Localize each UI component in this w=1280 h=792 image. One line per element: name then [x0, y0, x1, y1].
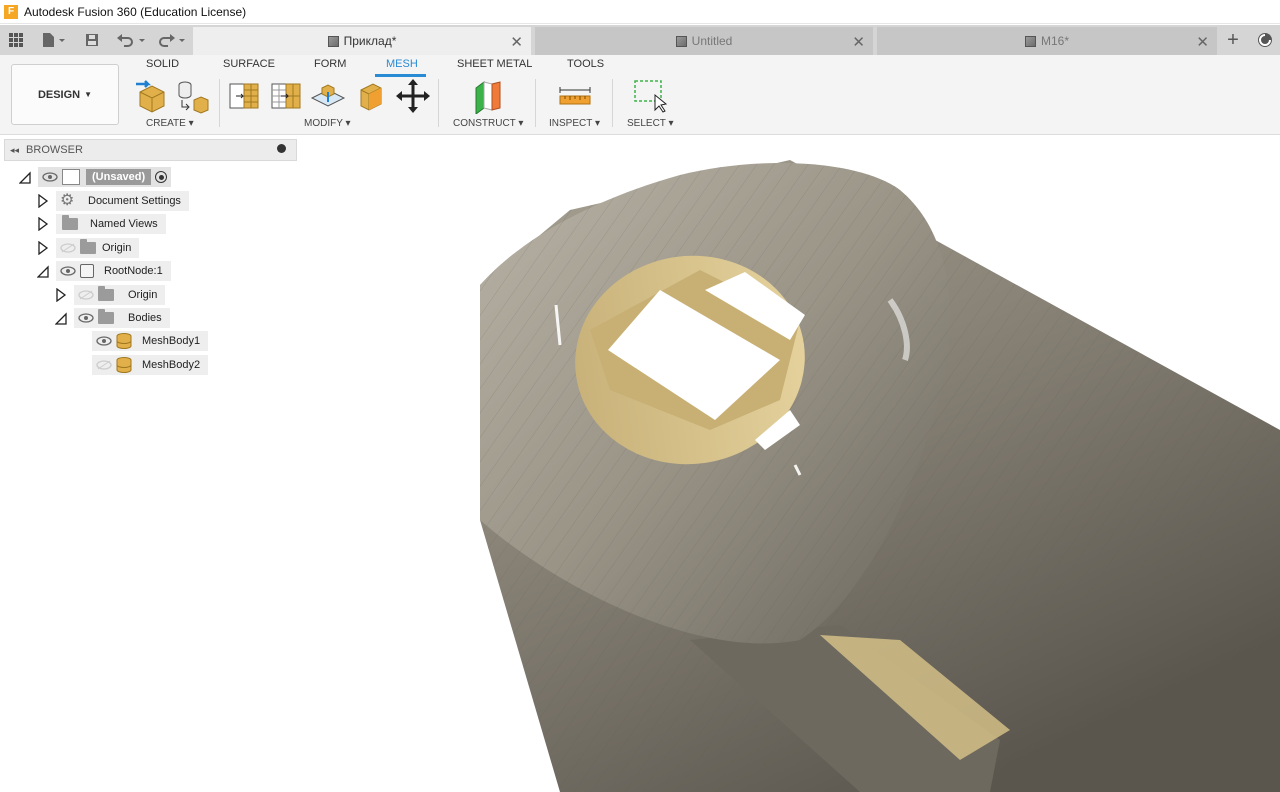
tree-item-origin[interactable]: Origin [56, 238, 140, 258]
mesh-body-icon [116, 333, 132, 349]
tree-item-rootnode[interactable]: RootNode:1 [56, 261, 171, 281]
expand-triangle-icon[interactable] [19, 170, 31, 184]
reduce-mesh-icon[interactable] [269, 78, 305, 114]
folder-icon [80, 239, 96, 254]
tab-document-2[interactable]: Untitled ✕ [535, 27, 873, 55]
tree-item-meshbody2[interactable]: MeshBody2 [92, 355, 209, 375]
component-icon [675, 35, 687, 47]
tab-mesh[interactable]: MESH [386, 58, 418, 70]
group-separator [219, 79, 220, 127]
tab-document-1[interactable]: Приклад* ✕ [193, 27, 531, 55]
close-tab-icon[interactable]: ✕ [510, 33, 523, 51]
tab-label: Приклад* [343, 34, 397, 48]
select-window-icon[interactable] [632, 78, 668, 114]
tab-surface[interactable]: SURFACE [223, 58, 275, 70]
activate-radio-icon[interactable] [155, 171, 168, 183]
workspace-switcher-button[interactable]: DESIGN ▼ [11, 64, 119, 125]
document-icon [62, 169, 80, 185]
tree-item-named-views[interactable]: Named Views [56, 214, 166, 234]
group-construct-label[interactable]: CONSTRUCT ▾ [453, 118, 523, 129]
caret-down-icon: ▼ [84, 90, 93, 99]
collapse-triangle-icon[interactable] [55, 311, 67, 325]
tree-root-unsaved[interactable]: (Unsaved) [38, 167, 172, 187]
measure-icon[interactable] [557, 78, 593, 114]
redo-icon[interactable] [154, 25, 188, 55]
mesh-model-render [480, 160, 1280, 792]
tab-label: Untitled [691, 34, 733, 48]
hidden-eye-icon[interactable] [78, 290, 94, 300]
folder-icon [62, 215, 78, 230]
expand-triangle-icon[interactable] [37, 217, 49, 231]
browser-title: BROWSER [26, 144, 83, 156]
tab-solid[interactable]: SOLID [146, 58, 179, 70]
group-separator [612, 79, 613, 127]
component-icon [80, 264, 94, 278]
tree-item-document-settings[interactable]: ⚙ Document Settings [56, 191, 189, 211]
toolbar-ribbon: DESIGN ▼ SOLID SURFACE FORM MESH SHEET M… [0, 55, 1280, 135]
tree-item-bodies[interactable]: Bodies [74, 308, 170, 328]
insert-mesh-icon[interactable] [134, 78, 170, 114]
active-tab-indicator [375, 74, 426, 77]
expand-triangle-icon[interactable] [37, 194, 49, 208]
document-tab-bar: Приклад* ✕ Untitled ✕ M16* ✕ + [0, 25, 1280, 55]
close-tab-icon[interactable]: ✕ [1196, 33, 1209, 51]
window-titlebar: F Autodesk Fusion 360 (Education License… [0, 0, 1280, 24]
group-separator [438, 79, 439, 127]
hidden-eye-icon[interactable] [60, 243, 76, 253]
convert-body-icon[interactable] [174, 78, 210, 114]
collapse-triangle-icon[interactable] [37, 264, 49, 278]
expand-triangle-icon[interactable] [37, 241, 49, 255]
new-tab-plus-icon[interactable]: + [1220, 25, 1246, 55]
apps-grid-icon[interactable] [4, 25, 28, 55]
tree-item-meshbody1[interactable]: MeshBody1 [92, 331, 209, 351]
construct-plane-icon[interactable] [470, 78, 506, 115]
undo-icon[interactable] [114, 25, 148, 55]
group-separator [535, 79, 536, 127]
move-copy-icon[interactable] [395, 78, 431, 114]
file-menu-button[interactable] [36, 25, 70, 55]
folder-icon [98, 286, 114, 301]
hidden-eye-icon[interactable] [96, 360, 112, 370]
job-status-icon[interactable] [1252, 25, 1278, 55]
group-modify-label[interactable]: MODIFY ▾ [304, 118, 351, 129]
folder-icon [98, 309, 114, 324]
tree-item-origin-nested[interactable]: Origin [74, 285, 166, 305]
group-inspect-label[interactable]: INSPECT ▾ [549, 118, 600, 129]
fusion-logo-icon: F [4, 4, 18, 19]
tab-document-3[interactable]: M16* ✕ [877, 27, 1217, 55]
visibility-eye-icon[interactable] [78, 313, 94, 323]
window-title: Autodesk Fusion 360 (Education License) [24, 4, 247, 19]
root-label: (Unsaved) [86, 169, 152, 185]
visibility-eye-icon[interactable] [42, 172, 58, 182]
tab-form[interactable]: FORM [314, 58, 346, 70]
workspace-label: DESIGN [37, 88, 81, 101]
group-select-label[interactable]: SELECT ▾ [627, 118, 674, 129]
3d-viewport[interactable] [300, 135, 1280, 792]
save-icon[interactable] [82, 25, 102, 55]
shell-mesh-icon[interactable] [355, 78, 391, 114]
close-tab-icon[interactable]: ✕ [852, 33, 865, 51]
collapse-panel-icon[interactable]: ◂◂ [10, 145, 19, 156]
component-icon [327, 35, 339, 47]
group-create-label[interactable]: CREATE ▾ [146, 118, 194, 129]
minimize-panel-icon[interactable] [277, 144, 286, 153]
visibility-eye-icon[interactable] [96, 336, 112, 346]
remesh-icon[interactable] [227, 78, 263, 114]
tab-sheet-metal[interactable]: SHEET METAL [457, 58, 532, 70]
tab-tools[interactable]: TOOLS [567, 58, 604, 70]
tab-label: M16* [1040, 34, 1069, 48]
browser-panel-header: ◂◂ BROWSER [4, 139, 297, 161]
visibility-eye-icon[interactable] [60, 266, 76, 276]
mesh-body-icon [116, 357, 132, 373]
gear-icon: ⚙ [60, 192, 75, 209]
expand-triangle-icon[interactable] [55, 288, 67, 302]
component-icon [1024, 35, 1036, 47]
plane-cut-icon[interactable] [310, 78, 346, 114]
